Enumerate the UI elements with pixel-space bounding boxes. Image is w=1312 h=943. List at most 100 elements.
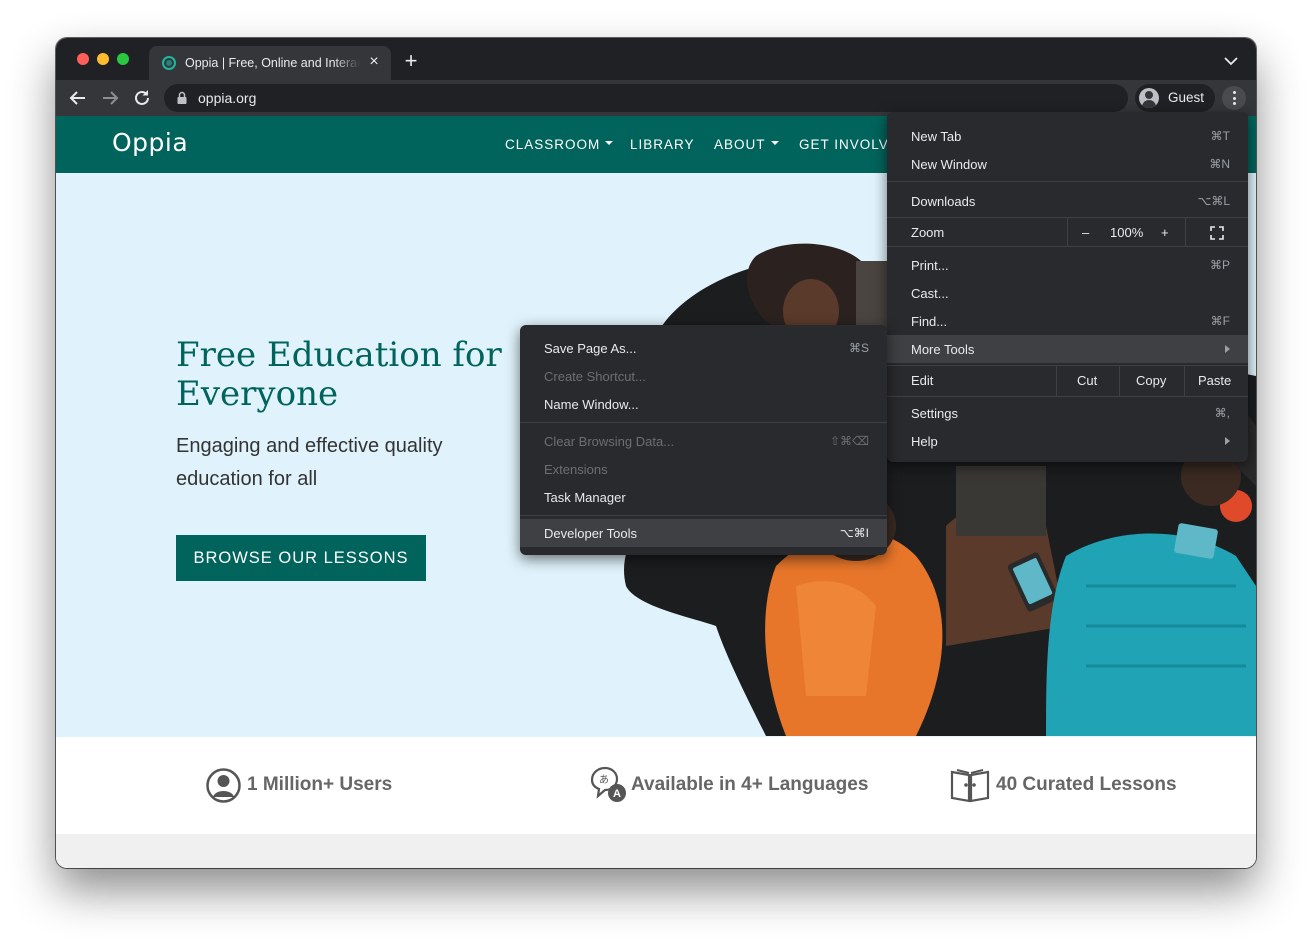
chrome-menu-button[interactable] [1222, 86, 1246, 110]
menu-new-tab-label: New Tab [911, 129, 962, 144]
menu-new-window-label: New Window [911, 157, 987, 172]
menu-help-label: Help [911, 434, 938, 449]
chevron-down-icon[interactable] [1222, 54, 1240, 68]
menu-find-label: Find... [911, 314, 948, 329]
menu-clear-data-label: Clear Browsing Data... [544, 434, 675, 449]
new-tab-button[interactable]: + [400, 50, 422, 73]
nav-library[interactable]: LIBRARY [630, 137, 695, 152]
menu-save-page-label: Save Page As... [544, 341, 637, 356]
edit-paste-label: Paste [1198, 373, 1232, 388]
menu-separator [887, 181, 1248, 182]
menu-separator [520, 422, 887, 423]
menu-new-tab-shortcut: ⌘T [1210, 129, 1230, 143]
menu-cast[interactable]: Cast... [887, 279, 1248, 307]
zoom-window-button[interactable] [117, 53, 129, 65]
forward-arrow-icon[interactable] [98, 86, 122, 110]
menu-print[interactable]: Print... ⌘P [887, 251, 1248, 279]
caret-down-icon [605, 141, 614, 146]
menu-create-shortcut: Create Shortcut... [520, 362, 887, 390]
tab-close-icon[interactable]: × [365, 53, 383, 71]
svg-text:A: A [613, 788, 621, 800]
menu-print-label: Print... [911, 258, 949, 273]
nav-about[interactable]: ABOUT [714, 137, 779, 152]
stat-lessons-label: 40 Curated Lessons [996, 774, 1177, 795]
menu-save-page-as[interactable]: Save Page As... ⌘S [520, 334, 887, 362]
reload-icon[interactable] [130, 86, 154, 110]
menu-name-window[interactable]: Name Window... [520, 390, 887, 418]
back-arrow-icon[interactable] [66, 86, 90, 110]
menu-help[interactable]: Help [887, 427, 1248, 455]
menu-extensions-label: Extensions [544, 462, 608, 477]
zoom-controls: – 100% + [1067, 218, 1185, 247]
profile-button[interactable]: Guest [1135, 84, 1215, 112]
menu-separator [520, 515, 887, 516]
oppia-favicon-icon [162, 56, 176, 70]
menu-save-page-shortcut: ⌘S [848, 341, 869, 355]
menu-cast-label: Cast... [911, 286, 949, 301]
nav-about-label: ABOUT [714, 137, 766, 152]
stat-users-label: 1 Million+ Users [247, 774, 393, 795]
menu-downloads[interactable]: Downloads ⌥⌘L [887, 187, 1248, 215]
menu-settings-label: Settings [911, 406, 958, 421]
menu-dev-tools-shortcut: ⌥⌘I [839, 526, 869, 540]
menu-new-window[interactable]: New Window ⌘N [887, 150, 1248, 178]
menu-edit-label: Edit [911, 373, 934, 388]
fullscreen-button[interactable] [1185, 218, 1248, 247]
edit-paste-button[interactable]: Paste [1184, 365, 1248, 396]
close-window-button[interactable] [77, 53, 89, 65]
menu-developer-tools[interactable]: Developer Tools ⌥⌘I [520, 519, 887, 547]
menu-new-tab[interactable]: New Tab ⌘T [887, 122, 1248, 150]
chrome-main-menu: New Tab ⌘T New Window ⌘N Downloads ⌥⌘L Z… [887, 112, 1248, 462]
address-bar[interactable]: oppia.org [164, 84, 1128, 112]
nav-classroom[interactable]: CLASSROOM [505, 137, 614, 152]
caret-down-icon [770, 141, 779, 146]
oppia-logo[interactable]: Oppia [112, 128, 188, 157]
nav-classroom-label: CLASSROOM [505, 137, 601, 152]
menu-downloads-label: Downloads [911, 194, 976, 209]
menu-new-window-shortcut: ⌘N [1209, 157, 1230, 171]
profile-label: Guest [1168, 90, 1205, 105]
submenu-arrow-icon [1225, 437, 1230, 445]
zoom-out-button[interactable]: – [1082, 225, 1089, 240]
menu-settings[interactable]: Settings ⌘, [887, 399, 1248, 427]
edit-cut-label: Cut [1077, 373, 1098, 388]
zoom-in-button[interactable]: + [1161, 225, 1169, 240]
url-text: oppia.org [198, 90, 257, 106]
menu-settings-shortcut: ⌘, [1214, 406, 1230, 420]
lock-icon[interactable] [176, 91, 188, 105]
edit-cut-button[interactable]: Cut [1056, 365, 1119, 396]
menu-dev-tools-label: Developer Tools [544, 526, 637, 541]
svg-text:あ: あ [599, 774, 609, 786]
menu-clear-browsing-data: Clear Browsing Data... ⇧⌘⌫ [520, 427, 887, 455]
title-bar: Oppia | Free, Online and Interactive Les… [56, 38, 1256, 80]
browser-toolbar: oppia.org Guest [56, 80, 1256, 116]
stat-languages-label: Available in 4+ Languages [631, 774, 869, 795]
zoom-level: 100% [1110, 225, 1144, 240]
footer-band [56, 834, 1256, 868]
guest-avatar-icon [1139, 88, 1159, 108]
menu-more-tools[interactable]: More Tools [887, 335, 1248, 363]
tab-title: Oppia | Free, Online and Interactive Les… [185, 56, 360, 70]
menu-task-manager-label: Task Manager [544, 490, 626, 505]
minimize-window-button[interactable] [97, 53, 109, 65]
open-book-icon [950, 769, 990, 803]
edit-copy-button[interactable]: Copy [1119, 365, 1184, 396]
menu-find[interactable]: Find... ⌘F [887, 307, 1248, 335]
menu-create-shortcut-label: Create Shortcut... [544, 369, 646, 384]
stats-strip: 1 Million+ Users あ A Available in 4+ Lan… [56, 737, 1256, 834]
menu-print-shortcut: ⌘P [1209, 258, 1230, 272]
hero-subtitle: Engaging and effective quality education… [176, 435, 443, 490]
menu-downloads-shortcut: ⌥⌘L [1197, 194, 1230, 208]
edit-copy-label: Copy [1136, 373, 1167, 388]
browse-lessons-button[interactable]: BROWSE OUR LESSONS [176, 535, 426, 581]
menu-extensions: Extensions [520, 455, 887, 483]
menu-separator [887, 246, 1248, 247]
menu-task-manager[interactable]: Task Manager [520, 483, 887, 511]
menu-more-tools-label: More Tools [911, 342, 975, 357]
user-icon [206, 768, 241, 803]
menu-name-window-label: Name Window... [544, 397, 639, 412]
menu-zoom-label: Zoom [911, 225, 945, 240]
browser-tab[interactable]: Oppia | Free, Online and Interactive Les… [149, 46, 391, 80]
submenu-arrow-icon [1225, 345, 1230, 353]
hero-title: Free Education for Everyone [176, 335, 502, 414]
